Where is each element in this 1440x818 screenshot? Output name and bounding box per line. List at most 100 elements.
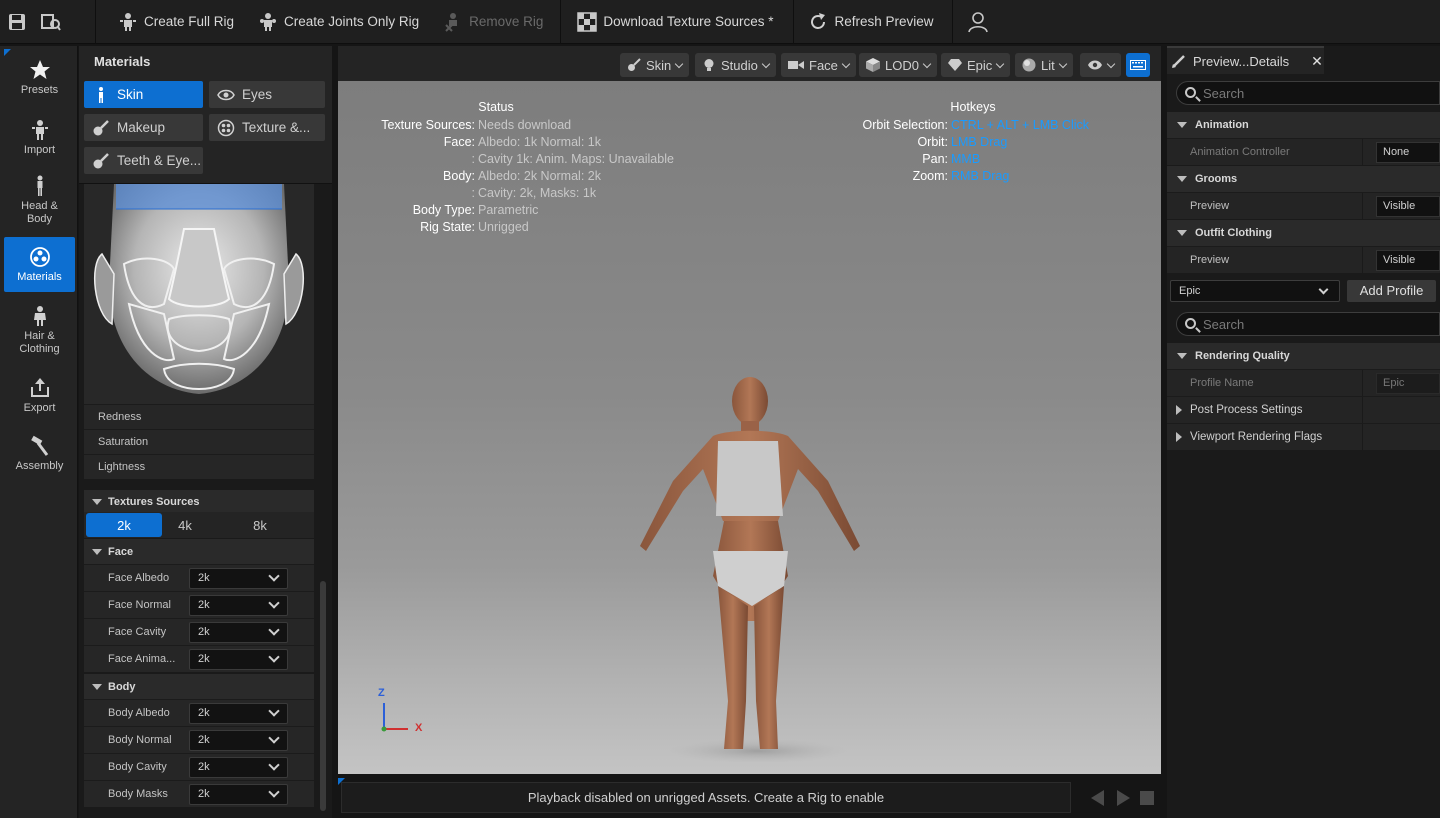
keyboard-toggle-button[interactable] xyxy=(1126,53,1150,77)
viewport-toolbar: Skin Studio Face LOD0 Epic Lit xyxy=(338,46,1161,80)
lod-button[interactable]: LOD0 xyxy=(859,53,937,77)
outfit-section-header[interactable]: Outfit Clothing xyxy=(1167,220,1440,246)
close-icon[interactable]: ✕ xyxy=(1311,53,1323,70)
tab-makeup[interactable]: Makeup xyxy=(84,114,203,141)
collapse-arrow-icon xyxy=(1177,176,1187,182)
resolution-8k-label: 8k xyxy=(253,517,267,533)
face-normal-value: 2k xyxy=(198,599,210,611)
redness-row[interactable]: Redness xyxy=(84,404,314,429)
body-section-title: Body xyxy=(108,680,136,693)
viewport: Skin Studio Face LOD0 Epic Lit Status Te… xyxy=(338,46,1161,774)
textures-sources-header[interactable]: Textures Sources xyxy=(84,490,314,514)
nav-assembly[interactable]: Assembly xyxy=(4,428,75,480)
collapse-arrow-icon xyxy=(1177,353,1187,359)
lit-mode-button[interactable]: Lit xyxy=(1015,53,1073,77)
outfit-preview-dropdown[interactable]: Visible xyxy=(1376,250,1440,271)
details-search-placeholder: Search xyxy=(1203,85,1245,101)
face-normal-dropdown[interactable]: 2k xyxy=(189,595,288,616)
chevron-down-icon xyxy=(675,59,684,68)
grooms-section-header[interactable]: Grooms xyxy=(1167,166,1440,192)
play-reverse-icon[interactable] xyxy=(1091,790,1104,806)
face-animation-dropdown[interactable]: 2k xyxy=(189,649,288,670)
toolbar-divider xyxy=(560,0,562,44)
details-search-input[interactable]: Search xyxy=(1176,81,1440,105)
axis-x-label: X xyxy=(415,722,423,734)
nav-presets[interactable]: Presets xyxy=(4,52,75,104)
browse-icon[interactable] xyxy=(34,0,68,44)
visibility-button[interactable] xyxy=(1080,53,1121,77)
post-process-settings-row[interactable]: Post Process Settings xyxy=(1167,396,1440,424)
collapse-arrow-icon xyxy=(92,548,102,555)
add-profile-button[interactable]: Add Profile xyxy=(1347,280,1436,302)
materials-scrollbar[interactable] xyxy=(320,581,326,811)
nav-head-body[interactable]: Head & Body xyxy=(4,170,75,230)
profile-name-field[interactable]: Epic xyxy=(1376,373,1440,394)
character-preview xyxy=(640,377,860,763)
nav-export[interactable]: Export xyxy=(4,370,75,422)
tab-preview-details[interactable]: Preview...Details ✕ xyxy=(1167,46,1324,74)
lit-mode-label: Lit xyxy=(1041,57,1055,73)
create-joints-only-rig-button[interactable]: Create Joints Only Rig xyxy=(246,0,431,44)
nav-import[interactable]: Import xyxy=(4,112,75,164)
save-icon[interactable] xyxy=(0,0,34,44)
body-normal-dropdown[interactable]: 2k xyxy=(189,730,288,751)
create-full-rig-button[interactable]: Create Full Rig xyxy=(106,0,246,44)
playback-message: Playback disabled on unrigged Assets. Cr… xyxy=(527,790,885,805)
profile-select-value: Epic xyxy=(1179,285,1201,297)
animation-controller-label: Animation Controller xyxy=(1190,146,1290,158)
remove-rig-button[interactable]: Remove Rig xyxy=(431,0,555,44)
rendering-quality-header[interactable]: Rendering Quality xyxy=(1167,343,1440,369)
refresh-preview-button[interactable]: Refresh Preview xyxy=(796,0,945,44)
nav-materials[interactable]: Materials xyxy=(4,237,75,292)
tab-eyes[interactable]: Eyes xyxy=(209,81,325,108)
body-section-header[interactable]: Body xyxy=(84,674,314,699)
remove-rig-label: Remove Rig xyxy=(469,14,544,29)
collapse-arrow-icon xyxy=(1177,122,1187,128)
quality-epic-button[interactable]: Epic xyxy=(941,53,1011,77)
status-value: Albedo: 2k Normal: 2k xyxy=(478,169,601,183)
playback-message-bar: Playback disabled on unrigged Assets. Cr… xyxy=(341,782,1071,813)
lightness-row[interactable]: Lightness xyxy=(84,454,314,479)
toolbar-divider xyxy=(95,0,96,44)
download-texture-sources-button[interactable]: Download Texture Sources * xyxy=(565,0,785,44)
column-divider xyxy=(1362,424,1363,451)
body-albedo-dropdown[interactable]: 2k xyxy=(189,703,288,724)
chevron-down-icon xyxy=(268,597,280,609)
resolution-4k-tab[interactable]: 4k xyxy=(147,513,223,537)
hotkey-label: Orbit: xyxy=(917,135,948,149)
animation-section-header[interactable]: Animation xyxy=(1167,112,1440,138)
hotkey-label: Zoom: xyxy=(912,169,948,183)
face-section-header[interactable]: Face xyxy=(84,539,314,564)
profile-name-value: Epic xyxy=(1383,377,1405,389)
face-cavity-row: Face Cavity 2k xyxy=(84,618,314,645)
profile-select[interactable]: Epic xyxy=(1170,280,1340,302)
skin-mode-button[interactable]: Skin xyxy=(620,53,690,77)
face-cavity-dropdown[interactable]: 2k xyxy=(189,622,288,643)
face-albedo-dropdown[interactable]: 2k xyxy=(189,568,288,589)
face-region-map[interactable] xyxy=(84,184,314,404)
materials-title: Materials xyxy=(94,54,151,69)
play-icon[interactable] xyxy=(1117,790,1130,806)
tab-texture-label: Texture &... xyxy=(242,120,311,135)
tab-teeth-eyelashes[interactable]: Teeth & Eye... xyxy=(84,147,203,174)
tab-skin[interactable]: Skin xyxy=(84,81,203,108)
grooms-preview-dropdown[interactable]: Visible xyxy=(1376,196,1440,217)
stop-icon[interactable] xyxy=(1140,791,1154,805)
3d-preview-scene[interactable]: Status Texture Sources: Needs download F… xyxy=(338,81,1161,774)
rendering-search-input[interactable]: Search xyxy=(1176,312,1440,336)
user-icon[interactable] xyxy=(953,0,1003,44)
body-masks-dropdown[interactable]: 2k xyxy=(189,784,288,805)
nav-hair-clothing[interactable]: Hair & Clothing xyxy=(4,300,75,360)
chevron-down-icon xyxy=(268,570,280,582)
resolution-8k-tab[interactable]: 8k xyxy=(222,513,298,537)
animation-controller-value[interactable]: None xyxy=(1376,142,1440,163)
camera-face-button[interactable]: Face xyxy=(781,53,856,77)
axis-gizmo xyxy=(381,703,408,732)
body-cavity-dropdown[interactable]: 2k xyxy=(189,757,288,778)
viewport-rendering-flags-row[interactable]: Viewport Rendering Flags xyxy=(1167,423,1440,451)
lighting-studio-button[interactable]: Studio xyxy=(695,53,776,77)
hotkey-value: RMB Drag xyxy=(951,169,1010,183)
hammer-icon xyxy=(30,435,48,456)
tab-texture[interactable]: Texture &... xyxy=(209,114,325,141)
saturation-row[interactable]: Saturation xyxy=(84,429,314,454)
